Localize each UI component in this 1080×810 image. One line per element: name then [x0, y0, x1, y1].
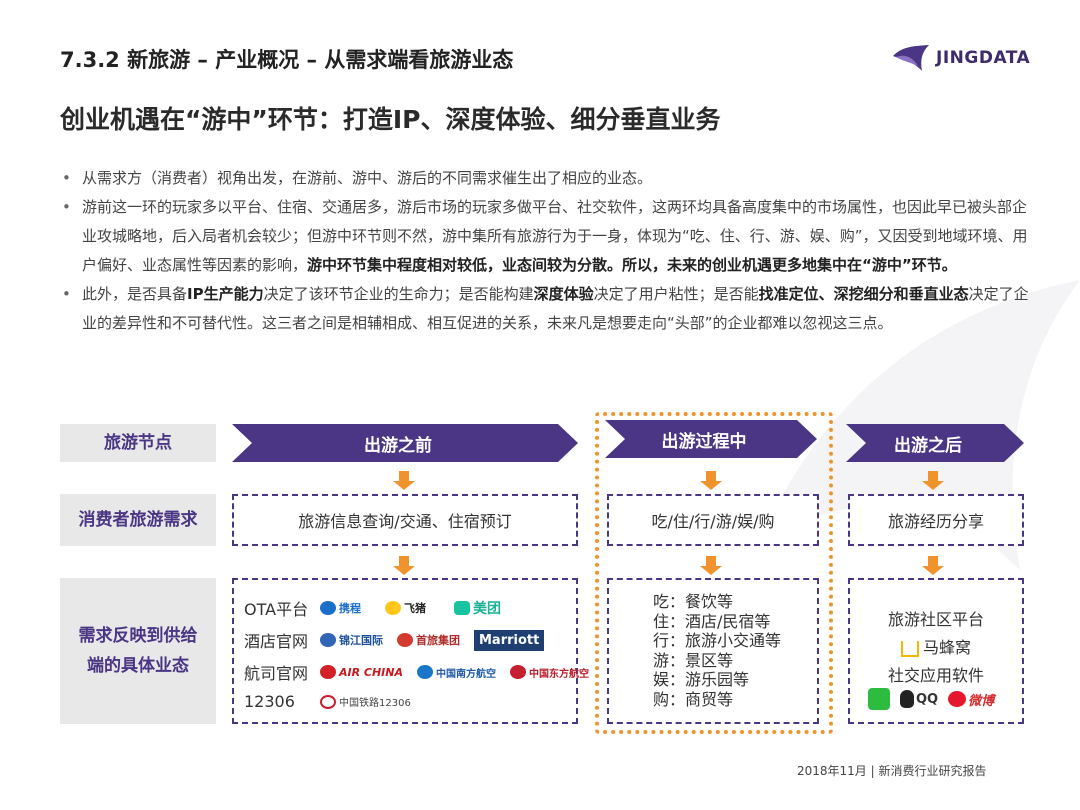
meituan-logo: 美团	[454, 598, 501, 618]
china-southern-icon	[417, 665, 433, 679]
social-title: 社交应用软件	[887, 666, 984, 685]
railway-icon	[320, 694, 336, 709]
mafengwo-logo: 马蜂窝	[850, 634, 1022, 658]
bullet-3: 此外，是否具备IP生产能力决定了该环节企业的生命力；是否能构建深度体验决定了用户…	[60, 280, 1032, 338]
bullet-2: 游前这一环的玩家多以平台、住宿、交通居多，游后市场的玩家多做平台、社交软件，这两…	[60, 193, 1032, 280]
ctrip-icon	[320, 601, 336, 615]
ctrip-logo: 携程	[320, 600, 361, 616]
business-before: OTA平台 携程 飞猪 美团 酒店官网 锦江国际 首旅集团 Marriott 航…	[232, 578, 589, 724]
row-label-node: 旅游节点	[60, 424, 216, 462]
business-row-airline: 航司官网 AIR CHINA 中国南方航空 中国东方航空	[244, 664, 589, 683]
jingdata-logo: JINGDATA	[892, 44, 1030, 72]
bullet-1: 从需求方（消费者）视角出发，在游前、游中、游后的不同需求催生出了相应的业态。	[60, 164, 1032, 193]
arrow-down-icon	[922, 471, 944, 490]
arrow-down-icon	[922, 556, 944, 575]
qq-penguin-icon	[900, 690, 914, 708]
weibo-logo: 微博	[948, 690, 994, 709]
business-row-railway: 12306 中国铁路12306	[244, 692, 411, 711]
btg-icon	[397, 633, 413, 647]
during-highlight-frame	[595, 412, 833, 734]
air-china-icon	[320, 665, 336, 679]
footer: 2018年11月 | 新消费行业研究报告	[797, 764, 987, 778]
bullet-2-bold: 游中环节集中程度相对较低，业态间较为分散。所以，未来的创业机遇更多地集中在“游中…	[307, 256, 957, 274]
jinjiang-icon	[320, 633, 336, 647]
arrow-down-icon	[393, 471, 415, 490]
business-row-ota: OTA平台 携程 飞猪 美团	[244, 598, 501, 619]
china-eastern-logo: 中国东方航空	[510, 665, 589, 680]
business-after: 旅游社区平台 马蜂窝 社交应用软件 QQ 微博	[848, 578, 1024, 724]
qq-logo: QQ	[900, 690, 938, 708]
fliggy-logo: 飞猪	[385, 600, 426, 616]
china-southern-logo: 中国南方航空	[417, 665, 496, 680]
phase-before: 出游之前	[232, 424, 578, 462]
row-label-business: 需求反映到供给端的具体业态	[60, 578, 216, 724]
business-row-hotel: 酒店官网 锦江国际 首旅集团 Marriott	[244, 628, 558, 652]
section-title: 7.3.2 新旅游 – 产业概况 – 从需求端看旅游业态	[60, 48, 514, 72]
btg-logo: 首旅集团	[397, 632, 460, 648]
meituan-icon	[454, 601, 470, 615]
headline: 创业机遇在“游中”环节：打造IP、深度体验、细分垂直业务	[60, 105, 721, 134]
wechat-logo	[868, 688, 890, 710]
railway-12306-logo: 中国铁路12306	[320, 694, 411, 709]
weibo-icon	[948, 691, 967, 707]
marriott-logo: Marriott	[474, 629, 545, 651]
bullet-list: 从需求方（消费者）视角出发，在游前、游中、游后的不同需求催生出了相应的业态。 游…	[60, 164, 1032, 338]
mafengwo-icon	[900, 640, 919, 657]
arrow-down-icon	[393, 556, 415, 575]
jingdata-bird-icon	[893, 45, 929, 71]
row-label-demand: 消费者旅游需求	[60, 494, 216, 546]
demand-after: 旅游经历分享	[848, 494, 1024, 546]
jinjiang-logo: 锦江国际	[320, 632, 383, 648]
fliggy-icon	[385, 601, 401, 615]
demand-before: 旅游信息查询/交通、住宿预订	[232, 494, 578, 546]
air-china-logo: AIR CHINA	[320, 665, 403, 679]
wechat-icon	[868, 688, 890, 710]
community-title: 旅游社区平台	[887, 610, 984, 629]
logo-text: JINGDATA	[936, 48, 1031, 68]
phase-after: 出游之后	[846, 424, 1024, 462]
china-eastern-icon	[510, 665, 526, 679]
social-logos: QQ 微博	[868, 688, 1004, 710]
